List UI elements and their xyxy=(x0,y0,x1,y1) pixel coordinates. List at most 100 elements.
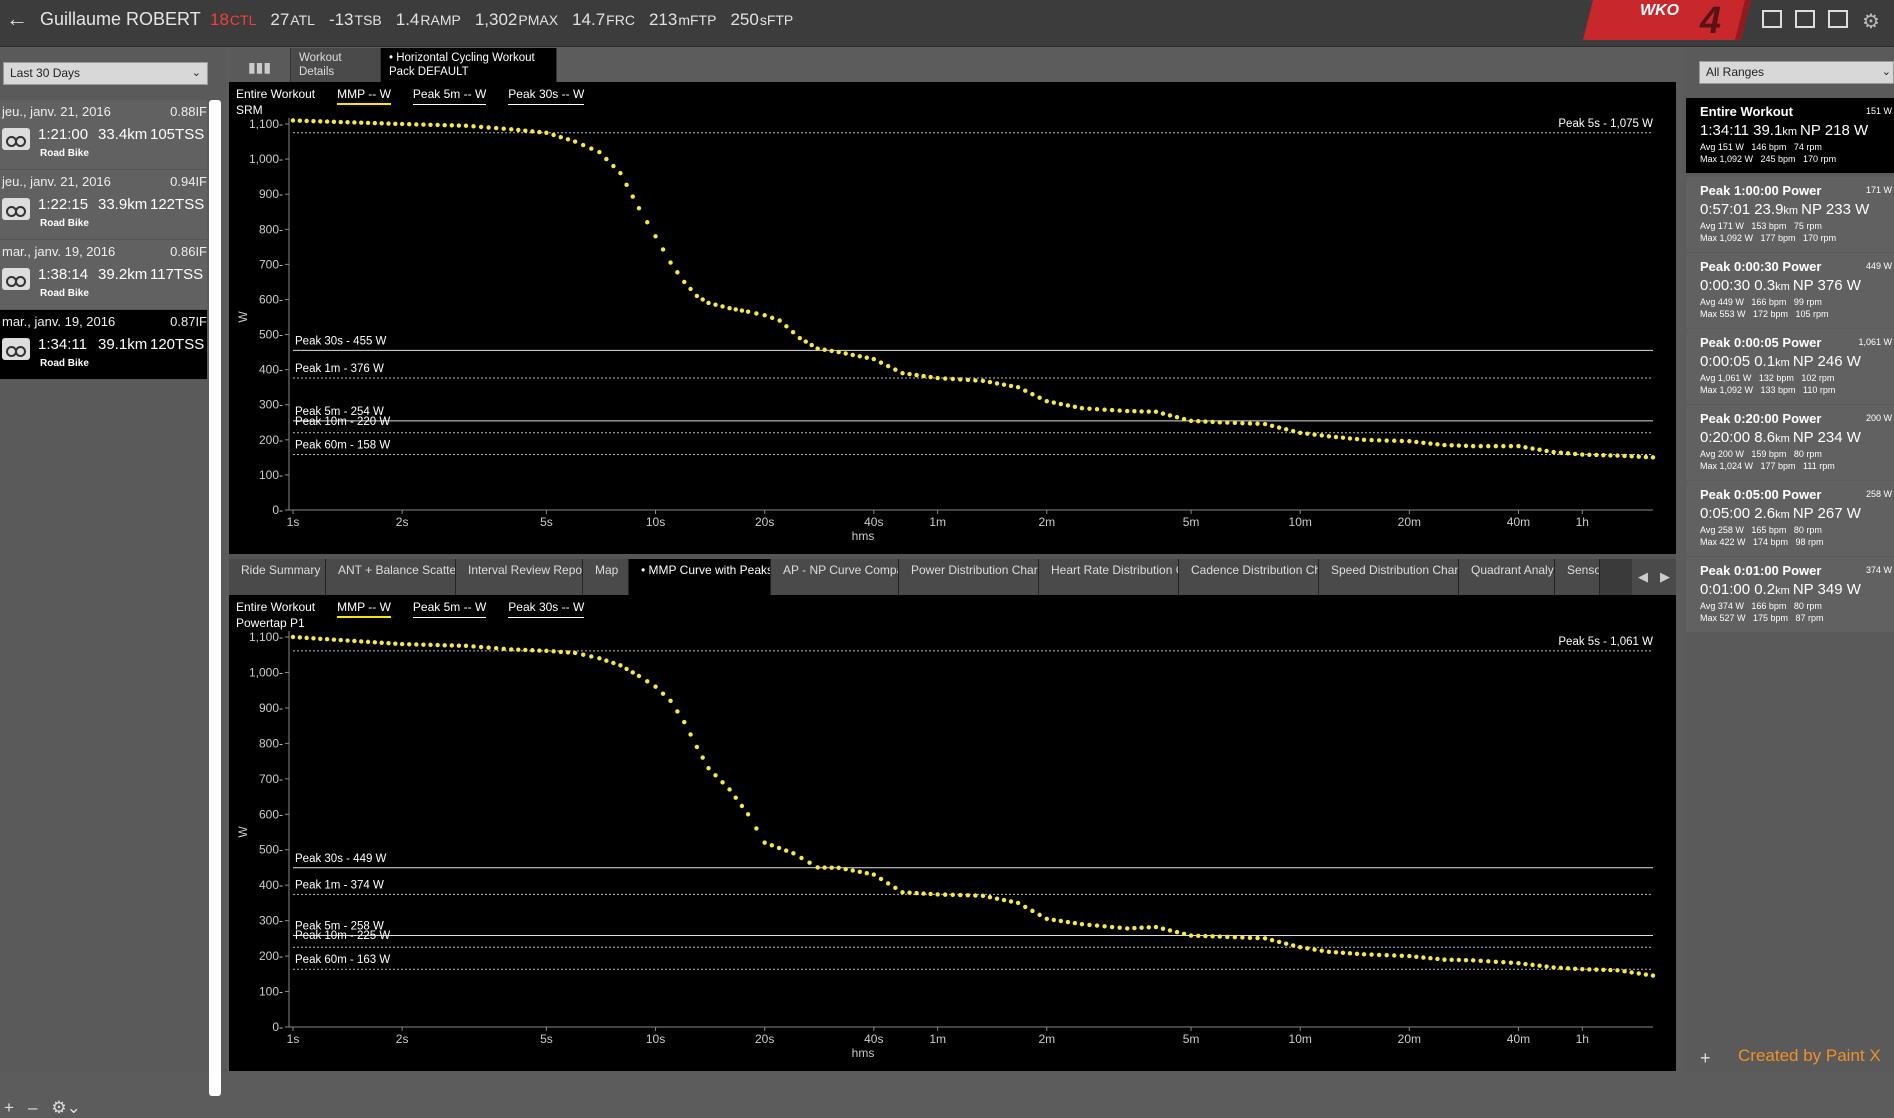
ride-item[interactable]: jeu., janv. 21, 2016 0.88IF 1:21:00 33.4km 1… xyxy=(0,100,207,170)
range-filter-select[interactable]: All Ranges ⌄ xyxy=(1699,61,1894,84)
chevron-right-icon[interactable]: ▶ xyxy=(1660,569,1670,585)
range-item[interactable]: Peak 0:01:00 Power 374 W 0:01:00 0.2km NP … xyxy=(1686,557,1894,632)
layout-split-horizontal-icon[interactable] xyxy=(1795,10,1815,28)
gear-icon[interactable]: ⚙ xyxy=(1862,9,1880,34)
range-item[interactable]: Peak 1:00:00 Power 171 W 0:57:01 23.9km NP… xyxy=(1686,177,1894,252)
date-range-select[interactable]: Last 30 Days ⌄ xyxy=(3,62,208,85)
metric-value: 27 xyxy=(270,10,290,29)
tab-workout-pack[interactable]: • Horizontal Cycling Workout Pack DEFAUL… xyxy=(381,48,557,82)
ride-item[interactable]: jeu., janv. 21, 2016 0.94IF 1:22:15 33.9km 1… xyxy=(0,170,207,240)
range-item[interactable]: Peak 0:05:00 Power 258 W 0:05:00 2.6km NP … xyxy=(1686,481,1894,556)
mmp-point xyxy=(1594,967,1599,972)
tab-chart-11[interactable]: Sensor Data xyxy=(1555,559,1600,595)
metric-mftp[interactable]: 213mFTP xyxy=(649,10,716,30)
ride-item[interactable]: mar., janv. 19, 2016 0.87IF 1:34:11 39.1km 1… xyxy=(0,310,207,380)
back-arrow-icon[interactable]: ← xyxy=(6,8,30,30)
tab-chart-1[interactable]: ANT + Balance Scatter Plot xyxy=(326,559,456,595)
mmp-point xyxy=(733,795,738,800)
mmp-point xyxy=(950,892,955,898)
tab-chart-0[interactable]: Ride Summary xyxy=(229,559,326,595)
remove-icon[interactable]: – xyxy=(28,1098,37,1118)
chart-bars-icon[interactable]: ▮▮▮ xyxy=(229,48,291,82)
metric-sftp[interactable]: 250sFTP xyxy=(730,10,793,30)
mmp-point xyxy=(1058,401,1064,407)
mmp-point xyxy=(871,356,877,362)
mmp-point xyxy=(784,324,789,329)
x-tick-label: 40m xyxy=(1507,515,1530,529)
y-tick-label: 1,100- xyxy=(249,117,283,131)
metric-ramp[interactable]: 1.4RAMP xyxy=(396,10,461,30)
legend-mmp[interactable]: MMP -- W xyxy=(337,87,391,105)
mmp-point xyxy=(1449,957,1454,963)
tab-workout-details[interactable]: Workout Details xyxy=(291,48,381,82)
tab-chart-3[interactable]: Map xyxy=(583,559,629,595)
mmp-point xyxy=(682,719,687,725)
range-item[interactable]: Peak 0:00:05 Power 1,061 W 0:00:05 0.1km N… xyxy=(1686,329,1894,404)
legend-mmp[interactable]: MMP -- W xyxy=(337,600,391,618)
mmp-point xyxy=(1283,427,1289,432)
mmp-point xyxy=(372,640,378,645)
x-tick-label: 5m xyxy=(1183,515,1200,529)
metric-ctl[interactable]: 18CTL xyxy=(210,10,256,30)
ride-item[interactable]: mar., janv. 19, 2016 0.86IF 1:38:14 39.2km 1… xyxy=(0,240,207,310)
range-item[interactable]: Peak 0:00:30 Power 449 W 0:00:30 0.3km NP … xyxy=(1686,253,1894,328)
mmp-point xyxy=(950,376,955,382)
tab-chart-7[interactable]: Heart Rate Distribution Chart xyxy=(1039,559,1179,595)
tab-chart-10[interactable]: Quadrant Analysis xyxy=(1459,559,1555,595)
metric-atl[interactable]: 27ATL xyxy=(270,10,315,30)
metric-frc[interactable]: 14.7FRC xyxy=(572,10,635,30)
mmp-point xyxy=(558,134,563,140)
mmp-point xyxy=(1319,948,1324,953)
mmp-point xyxy=(720,780,725,785)
range-item[interactable]: Peak 0:20:00 Power 200 W 0:20:00 8.6km NP … xyxy=(1686,405,1894,480)
legend-peak-5m[interactable]: Peak 5m -- W xyxy=(412,600,487,618)
mmp-point xyxy=(1421,955,1426,960)
chevron-down-icon: ⌄ xyxy=(191,67,201,79)
legend-peak-30s[interactable]: Peak 30s -- W xyxy=(508,87,585,105)
tab-chart-6[interactable]: Power Distribution Chart xyxy=(899,559,1039,595)
tab-chart-8[interactable]: Cadence Distribution Chart xyxy=(1179,559,1319,595)
x-tick-label: 20s xyxy=(755,515,774,529)
layout-sidebar-left-icon[interactable] xyxy=(1762,10,1782,28)
mmp-point xyxy=(1262,936,1268,941)
scrollbar[interactable] xyxy=(209,100,221,1096)
ride-date: mar., janv. 19, 2016 xyxy=(2,244,116,259)
metric-tsb[interactable]: -13TSB xyxy=(329,10,382,30)
settings-icon[interactable]: ⚙⌄ xyxy=(51,1098,80,1118)
mmp-point xyxy=(501,646,506,652)
mmp-point xyxy=(1565,451,1571,456)
add-icon[interactable]: + xyxy=(1700,1048,1711,1068)
peak-label: Peak 30s - 455 W xyxy=(295,335,387,347)
legend-peak-30s[interactable]: Peak 30s -- W xyxy=(508,600,585,618)
layout-sidebar-right-icon[interactable] xyxy=(1828,10,1848,28)
range-title: Peak 1:00:00 Power xyxy=(1700,183,1822,198)
y-tick-label: 1,000- xyxy=(249,665,283,679)
y-tick-label: 100- xyxy=(259,468,283,482)
mmp-point xyxy=(1523,445,1528,450)
peak-label: Peak 1m - 374 W xyxy=(295,879,384,891)
tab-chart-2[interactable]: Interval Review Report xyxy=(456,559,583,595)
range-item[interactable]: Entire Workout 151 W 1:34:11 39.1km NP 218… xyxy=(1686,98,1894,173)
metric-pmax[interactable]: 1,302PMAX xyxy=(475,10,558,30)
mmp-point xyxy=(1087,922,1092,928)
legend-peak-5m[interactable]: Peak 5m -- W xyxy=(412,87,487,105)
mmp-point xyxy=(1109,924,1115,930)
mmp-point xyxy=(791,851,796,856)
mmp-point xyxy=(878,876,884,882)
add-icon[interactable]: + xyxy=(4,1098,14,1118)
x-tick-label: 10s xyxy=(646,1032,665,1046)
mmp-point xyxy=(745,812,751,817)
tab-chart-4[interactable]: • MMP Curve with Peaks Chart xyxy=(629,559,771,595)
athlete-name[interactable]: Guillaume ROBERT xyxy=(40,9,201,30)
range-avg-power: 1,061 W xyxy=(1858,337,1892,347)
mmp-point xyxy=(1262,421,1268,427)
mmp-point xyxy=(1530,962,1535,968)
mmp-point xyxy=(435,642,440,648)
mmp-point xyxy=(973,378,978,383)
range-avg-power: 200 W xyxy=(1865,413,1892,423)
tab-chart-9[interactable]: Speed Distribution Chart xyxy=(1319,559,1459,595)
tab-chart-5[interactable]: AP - NP Curve Comparison xyxy=(771,559,899,595)
mmp-point xyxy=(935,375,940,381)
mmp-point xyxy=(493,646,499,651)
chevron-left-icon[interactable]: ◀ xyxy=(1638,569,1648,585)
